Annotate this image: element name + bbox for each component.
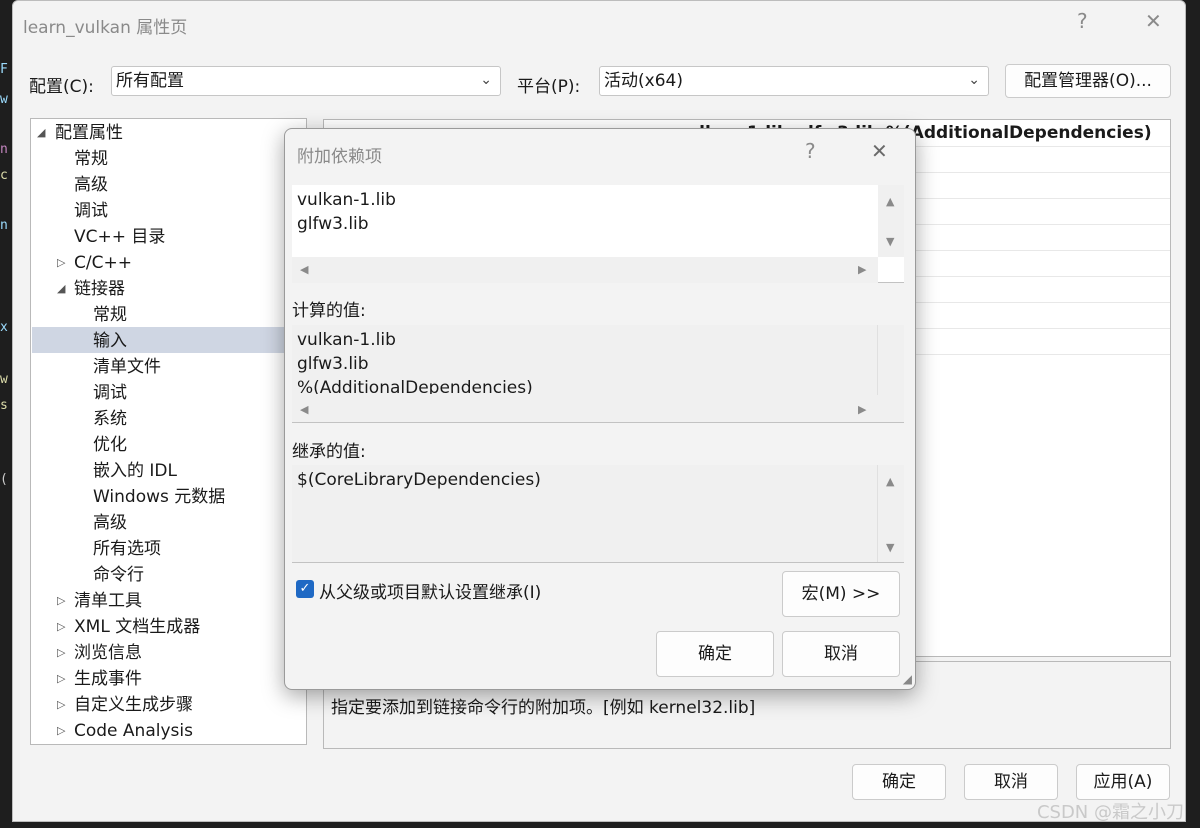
tree-item-linker-input[interactable]: 输入 [93,328,127,354]
dependencies-edit-box[interactable]: vulkan-1.lib glfw3.lib ▲ ▼ ◀ ▶ [292,185,904,283]
tree-item-browse-info[interactable]: 浏览信息 [74,640,142,666]
cancel-button[interactable]: 取消 [964,764,1058,800]
expand-arrow-icon[interactable]: ▷ [57,698,65,711]
close-icon[interactable]: ✕ [871,139,888,163]
background-editor-strip-right [1186,0,1200,828]
tree-item-debugging[interactable]: 调试 [74,198,108,224]
tree-item-build-events[interactable]: 生成事件 [74,666,142,692]
scroll-left-arrow-icon[interactable]: ◀ [300,403,308,416]
config-manager-button[interactable]: 配置管理器(O)... [1005,64,1171,98]
close-icon[interactable]: ✕ [1145,9,1162,33]
config-dropdown[interactable]: 所有配置 ⌄ [111,66,501,96]
expand-arrow-icon[interactable]: ▷ [57,594,65,607]
resize-grip-icon[interactable]: ◢ [903,672,912,686]
watermark: CSDN @霜之小刀 [1036,802,1184,823]
tree-item-linker-all-options[interactable]: 所有选项 [93,536,161,562]
collapse-arrow-icon[interactable]: ◢ [57,282,65,295]
tree-item-c-cpp[interactable]: C/C++ [74,250,132,276]
computed-values-box: vulkan-1.lib glfw3.lib %(AdditionalDepen… [292,325,904,423]
inherited-values-box: $(CoreLibraryDependencies) ▲ ▼ [292,465,904,563]
expand-arrow-icon[interactable]: ▷ [57,724,65,737]
chevron-down-icon: ⌄ [480,72,492,88]
config-dropdown-value: 所有配置 [116,71,184,91]
tree-item-advanced[interactable]: 高级 [74,172,108,198]
scroll-right-arrow-icon[interactable]: ▶ [858,263,866,276]
expand-arrow-icon[interactable]: ▷ [57,256,65,269]
tree-item-custom-build-step[interactable]: 自定义生成步骤 [74,692,193,718]
tree-item-general[interactable]: 常规 [74,146,108,172]
apply-button[interactable]: 应用(A) [1076,764,1170,800]
tree-item-linker-optimization[interactable]: 优化 [93,432,127,458]
description-text: 指定要添加到链接命令行的附加项。[例如 kernel32.lib] [331,698,756,718]
expand-arrow-icon[interactable]: ▷ [57,620,65,633]
computed-line: glfw3.lib [297,354,369,374]
scroll-right-arrow-icon[interactable]: ▶ [858,403,866,416]
scroll-left-arrow-icon[interactable]: ◀ [300,263,308,276]
horizontal-scrollbar[interactable]: ◀ ▶ [292,395,904,421]
background-editor-strip: F w n c n x w s ( [0,0,12,828]
config-label: 配置(C): [29,77,94,97]
collapse-arrow-icon[interactable]: ◢ [37,126,45,139]
tree-item-code-analysis[interactable]: Code Analysis [74,718,193,744]
computed-line: %(AdditionalDependencies) [297,378,533,394]
platform-dropdown[interactable]: 活动(x64) ⌄ [599,66,989,96]
inherit-checkbox[interactable]: ✓ [296,580,314,598]
inherit-checkbox-label[interactable]: 从父级或项目默认设置继承(I) [319,578,541,603]
platform-label: 平台(P): [517,77,581,97]
dialog-cancel-button[interactable]: 取消 [782,631,900,677]
horizontal-scrollbar[interactable]: ◀ ▶ [292,257,878,283]
computed-line: vulkan-1.lib [297,330,396,350]
tree-item-linker-general[interactable]: 常规 [93,302,127,328]
chevron-down-icon: ⌄ [968,72,980,88]
scroll-down-arrow-icon[interactable]: ▼ [886,541,894,554]
expand-arrow-icon[interactable]: ▷ [57,646,65,659]
help-icon[interactable]: ? [1077,9,1088,33]
window-title: learn_vulkan 属性页 [23,18,188,38]
vertical-scrollbar[interactable] [877,325,904,395]
inherited-line: $(CoreLibraryDependencies) [297,470,541,490]
help-icon[interactable]: ? [805,139,816,163]
scroll-up-arrow-icon[interactable]: ▲ [886,475,894,488]
platform-dropdown-value: 活动(x64) [604,71,683,91]
tree-item-manifest-tool[interactable]: 清单工具 [74,588,142,614]
scroll-down-arrow-icon[interactable]: ▼ [886,235,894,248]
macro-button[interactable]: 宏(M) >> [782,571,900,617]
tree-item-linker-debugging[interactable]: 调试 [93,380,127,406]
computed-values-label: 计算的值: [292,301,366,321]
expand-arrow-icon[interactable]: ▷ [57,672,65,685]
tree-item-xml-doc-generator[interactable]: XML 文档生成器 [74,614,200,640]
tree-item-linker[interactable]: 链接器 [74,276,125,302]
additional-dependencies-dialog: 附加依赖项 ? ✕ vulkan-1.lib glfw3.lib ▲ ▼ ◀ ▶… [284,128,916,690]
tree-item-linker-advanced[interactable]: 高级 [93,510,127,536]
inherited-values-label: 继承的值: [292,442,366,462]
tree-selection-highlight [32,327,306,353]
tree-item-linker-command-line[interactable]: 命令行 [93,562,144,588]
dialog-title: 附加依赖项 [297,147,382,167]
tree-item-vc-directories[interactable]: VC++ 目录 [74,224,165,250]
tree-item-linker-manifest[interactable]: 清单文件 [93,354,161,380]
edit-line[interactable]: vulkan-1.lib [297,188,396,212]
edit-line[interactable]: glfw3.lib [297,212,369,236]
tree-item-linker-system[interactable]: 系统 [93,406,127,432]
property-tree: ◢ 配置属性 常规 高级 调试 VC++ 目录 ▷ C/C++ ◢ 链接器 常规… [30,118,307,745]
tree-item-config-properties[interactable]: 配置属性 [55,120,123,146]
vertical-scrollbar[interactable]: ▲ ▼ [877,465,904,562]
tree-item-linker-windows-metadata[interactable]: Windows 元数据 [93,484,225,510]
ok-button[interactable]: 确定 [852,764,946,800]
scroll-up-arrow-icon[interactable]: ▲ [886,195,894,208]
tree-item-linker-embedded-idl[interactable]: 嵌入的 IDL [93,458,177,484]
dialog-ok-button[interactable]: 确定 [656,631,774,677]
vertical-scrollbar[interactable]: ▲ ▼ [878,185,904,257]
